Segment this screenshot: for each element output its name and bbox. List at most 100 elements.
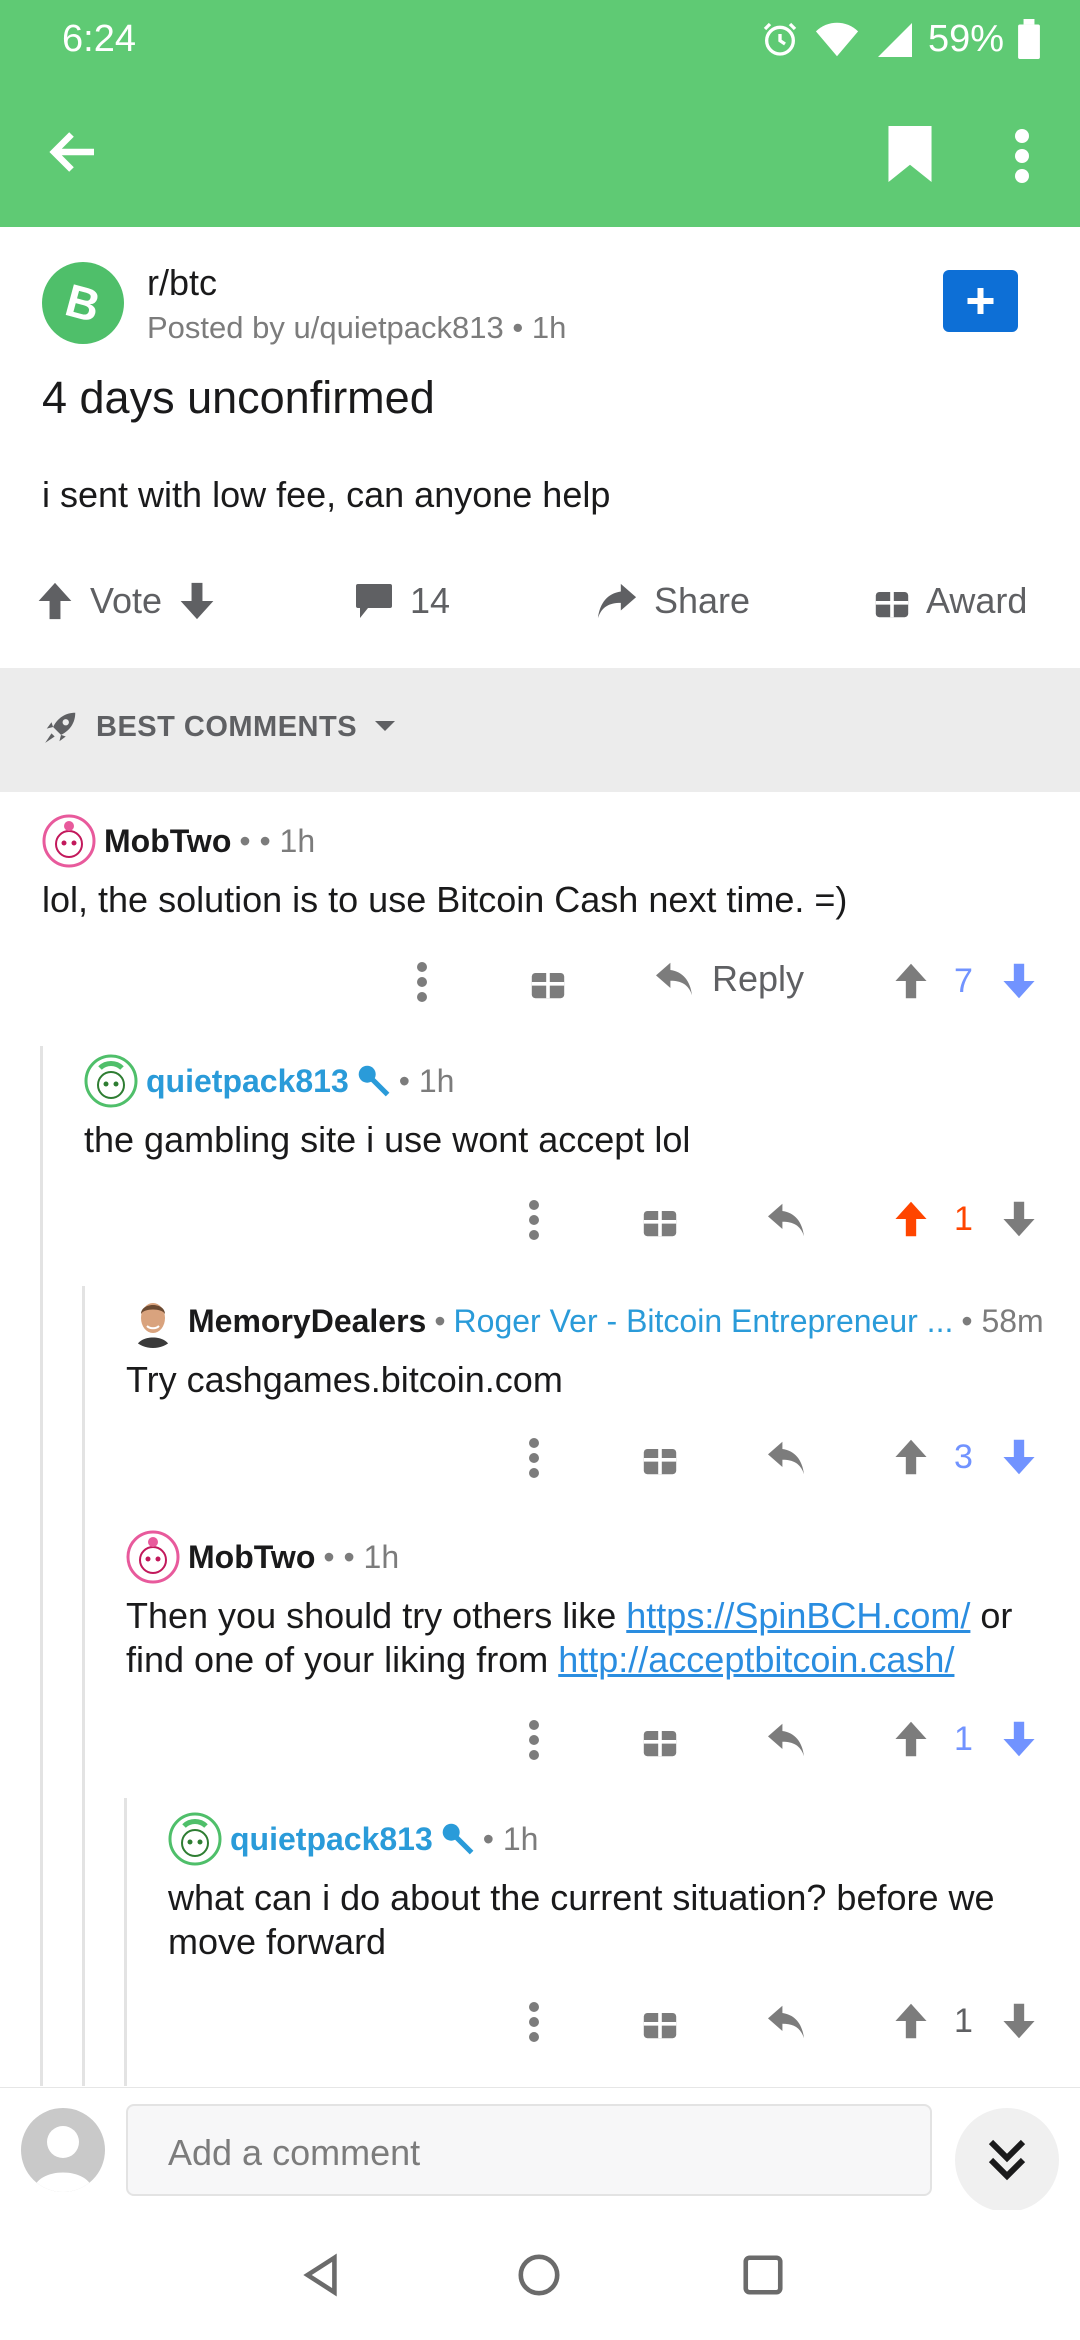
downvote-icon[interactable] [1000,1200,1038,1238]
nav-home-icon[interactable] [516,2252,562,2298]
comment-bubble-icon [356,584,392,618]
bookmark-icon[interactable] [888,126,932,182]
system-nav-bar [0,2210,1080,2340]
reply-icon[interactable] [766,1202,806,1238]
plus-icon [967,288,994,314]
subreddit-name[interactable]: r/btc [147,262,217,304]
upvote-icon[interactable] [892,1438,930,1476]
avatar[interactable] [126,1294,180,1348]
more-vert-icon[interactable] [526,1438,542,1478]
gift-icon[interactable] [642,2004,678,2040]
comments-count: 14 [410,580,451,621]
comment-author[interactable]: MobTwo [104,823,231,860]
nav-back-icon[interactable] [298,2252,344,2298]
sort-dropdown[interactable]: BEST COMMENTS [42,708,397,746]
comment-link[interactable]: http://acceptbitcoin.cash/ [558,1639,954,1680]
downvote-icon[interactable] [1000,1438,1038,1476]
battery-percent: 59% [927,17,1004,60]
comment-author[interactable]: quietpack813 [146,1063,349,1100]
avatar[interactable] [126,1530,180,1584]
more-vert-icon[interactable] [526,1200,542,1240]
thread-line[interactable] [82,1286,85,2086]
comment-meta: • 58m [961,1302,1044,1339]
post-body: i sent with low fee, can anyone help [42,474,611,515]
sort-label: BEST COMMENTS [96,710,358,743]
downvote-icon[interactable] [1000,1720,1038,1758]
comment-link[interactable]: https://SpinBCH.com/ [626,1595,970,1636]
upvote-icon[interactable] [892,1720,930,1758]
more-vert-icon[interactable] [526,1720,542,1760]
gift-icon[interactable] [642,1722,678,1758]
downvote-icon[interactable] [1000,962,1038,1000]
back-arrow-icon[interactable] [44,122,104,182]
comment-actions: 1 [0,1710,1080,1770]
user-flair: Roger Ver - Bitcoin Entrepreneur ... [453,1302,954,1339]
comment-actions: 1 [0,1190,1080,1250]
user-avatar[interactable] [21,2108,105,2192]
comment-author[interactable]: MobTwo [188,1539,315,1576]
comment-actions: Reply 7 [0,952,1080,1012]
award-button[interactable]: Award [874,580,1027,622]
svg-text:B: B [60,274,106,333]
gift-icon [875,592,909,618]
comment-score: 1 [954,2002,973,2040]
avatar[interactable] [84,1054,138,1108]
comment-author[interactable]: quietpack813 [230,1821,433,1858]
downvote-icon[interactable] [1000,2002,1038,2040]
comment-text: Then you should try others like https://… [126,1594,1046,1682]
jump-next-button[interactable] [955,2108,1059,2212]
comment: MobTwo • • 1h Then you should try others… [126,1530,1046,1682]
comment-author[interactable]: MemoryDealers [188,1303,426,1340]
status-time: 6:24 [62,18,136,60]
comment-text: what can i do about the current situatio… [168,1877,995,1962]
comment-score: 7 [954,962,973,1000]
vote-label: Vote [90,580,163,621]
comment: MobTwo • • 1h lol, the solution is to us… [42,814,1042,922]
battery-icon [1018,19,1040,59]
more-vert-icon[interactable] [526,2002,542,2042]
comment-meta: • 1h [482,1820,539,1857]
reply-icon[interactable] [766,2004,806,2040]
subreddit-icon[interactable]: B [42,262,124,344]
avatar[interactable] [42,814,96,868]
join-button[interactable] [943,270,1018,332]
reply-icon[interactable] [766,1440,806,1476]
reply-button[interactable]: Reply [654,958,804,1000]
separator-dot: • [434,1302,446,1339]
chevron-down-icon [375,721,396,731]
more-vert-icon[interactable] [414,962,430,1002]
upvote-icon[interactable] [892,2002,930,2040]
comment-composer-bar: Add a comment [0,2087,1080,2212]
gift-icon[interactable] [530,964,566,1000]
post-title: 4 days unconfirmed [42,372,435,423]
share-icon [597,583,637,619]
nav-recents-icon[interactable] [740,2252,786,2298]
comment-actions: 3 [0,1428,1080,1488]
upvote-icon[interactable] [36,581,74,621]
comment-input[interactable]: Add a comment [126,2104,932,2196]
vote-group: Vote [36,580,216,622]
share-button[interactable]: Share [596,580,750,622]
gift-icon[interactable] [642,1202,678,1238]
rocket-icon [45,712,76,743]
upvote-icon[interactable] [892,1200,930,1238]
status-bar: 6:24 59% [0,0,1080,80]
gift-icon[interactable] [642,1440,678,1476]
double-chevron-down-icon [988,2139,1026,2181]
award-label: Award [926,580,1028,621]
more-vert-icon[interactable] [1010,128,1034,184]
person-icon [33,2126,93,2192]
comment: quietpack813 • 1h the gambling site i us… [84,1054,1044,1162]
comment-score: 1 [954,1720,973,1758]
reply-icon[interactable] [766,1722,806,1758]
post-actions: Vote 14 Share Award [0,570,1080,640]
reply-label: Reply [712,958,805,999]
upvote-icon[interactable] [892,962,930,1000]
downvote-icon[interactable] [178,581,216,621]
avatar[interactable] [168,1812,222,1866]
wifi-icon [815,22,859,57]
post-meta: Posted by u/quietpack813 • 1h [147,310,567,345]
alarm-icon [763,22,797,56]
comment-text: Try cashgames.bitcoin.com [126,1359,563,1400]
comments-button[interactable]: 14 [354,580,450,622]
